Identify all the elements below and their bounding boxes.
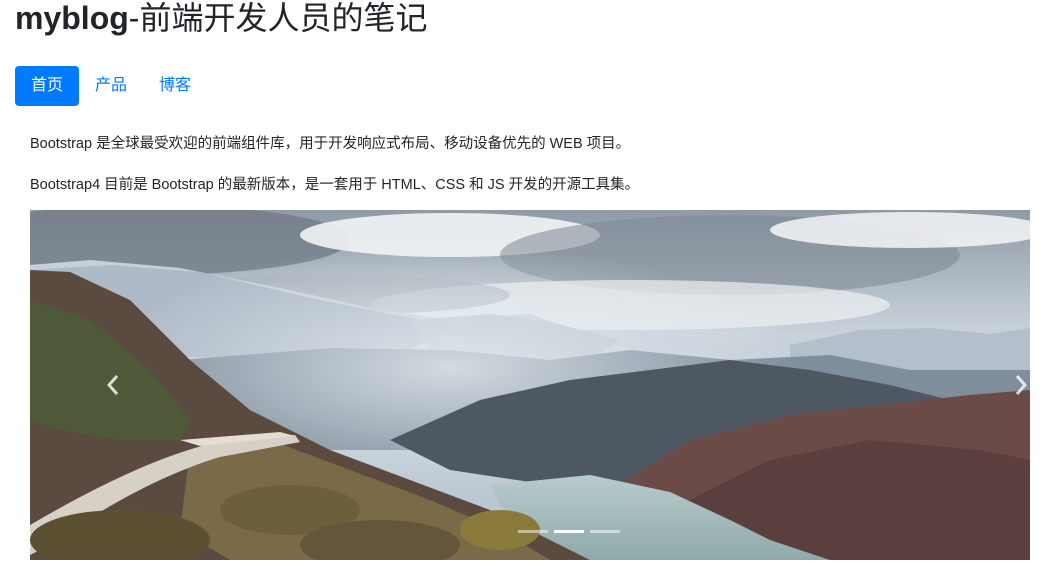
nav-item-blog[interactable]: 博客 <box>143 66 207 106</box>
carousel-prev-button[interactable] <box>98 360 128 410</box>
brand-name: myblog <box>15 0 129 36</box>
carousel-indicators <box>518 530 620 533</box>
nav-pills: 首页 产品 博客 <box>15 66 207 106</box>
carousel-indicator-2[interactable] <box>554 530 584 533</box>
intro-paragraph-1: Bootstrap 是全球最受欢迎的前端组件库，用于开发响应式布局、移动设备优先… <box>30 136 631 152</box>
page-title: myblog-前端开发人员的笔记 <box>15 0 427 42</box>
chevron-left-icon <box>106 375 119 395</box>
carousel-indicator-3[interactable] <box>590 530 620 533</box>
title-subtitle: -前端开发人员的笔记 <box>128 0 428 36</box>
nav-item-home[interactable]: 首页 <box>15 66 80 106</box>
intro-paragraph-2: Bootstrap4 目前是 Bootstrap 的最新版本，是一套用于 HTM… <box>30 177 640 193</box>
carousel-indicator-1[interactable] <box>518 530 548 533</box>
chevron-right-icon <box>1015 375 1028 395</box>
image-carousel[interactable] <box>30 210 1030 560</box>
carousel-slide-image <box>30 210 1030 560</box>
carousel-next-button[interactable] <box>1006 360 1030 410</box>
nav-item-products[interactable]: 产品 <box>79 66 143 106</box>
